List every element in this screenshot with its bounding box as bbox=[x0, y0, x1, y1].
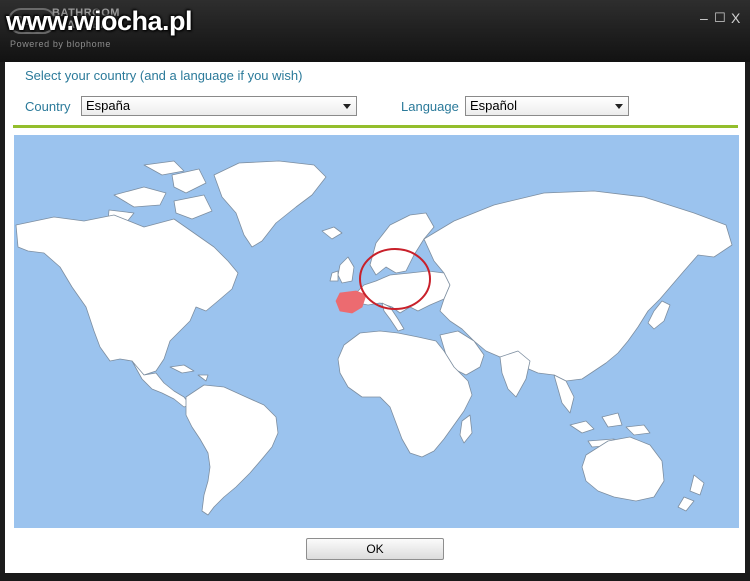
ireland bbox=[329, 270, 339, 282]
scandinavia bbox=[369, 212, 435, 276]
title-bar: 3D BATHROOM PLANNER Powered by blophome … bbox=[0, 0, 750, 62]
spain-selected bbox=[335, 290, 367, 314]
uk bbox=[337, 256, 355, 284]
canada-islands bbox=[107, 160, 213, 224]
world-map-svg[interactable] bbox=[14, 135, 739, 528]
chevron-down-icon bbox=[615, 104, 623, 109]
minimize-button[interactable]: – bbox=[700, 10, 708, 26]
south-america bbox=[185, 384, 279, 516]
greenland bbox=[213, 160, 327, 248]
maximize-button[interactable]: ☐ bbox=[714, 10, 726, 26]
language-select[interactable]: Español bbox=[465, 96, 629, 116]
caribbean bbox=[169, 364, 209, 382]
close-button[interactable]: X bbox=[731, 10, 740, 26]
powered-by-text: Powered by blophome bbox=[10, 39, 111, 49]
north-america bbox=[15, 214, 239, 376]
world-map[interactable] bbox=[14, 135, 739, 528]
chevron-down-icon bbox=[343, 104, 351, 109]
language-label: Language bbox=[401, 99, 459, 114]
country-label: Country bbox=[25, 99, 71, 114]
country-select[interactable]: España bbox=[81, 96, 357, 116]
watermark: www.wiocha.pl bbox=[6, 6, 193, 36]
dialog-prompt: Select your country (and a language if y… bbox=[25, 68, 303, 83]
country-dialog: Select your country (and a language if y… bbox=[5, 62, 745, 573]
india bbox=[499, 350, 531, 398]
taskbar-strip bbox=[0, 573, 750, 581]
ok-button[interactable]: OK bbox=[306, 538, 444, 560]
language-select-value: Español bbox=[470, 98, 517, 113]
iceland bbox=[321, 226, 343, 240]
country-select-value: España bbox=[86, 98, 131, 113]
europe bbox=[353, 270, 451, 314]
new-zealand bbox=[677, 474, 705, 512]
madagascar bbox=[459, 414, 473, 444]
divider bbox=[13, 125, 738, 128]
